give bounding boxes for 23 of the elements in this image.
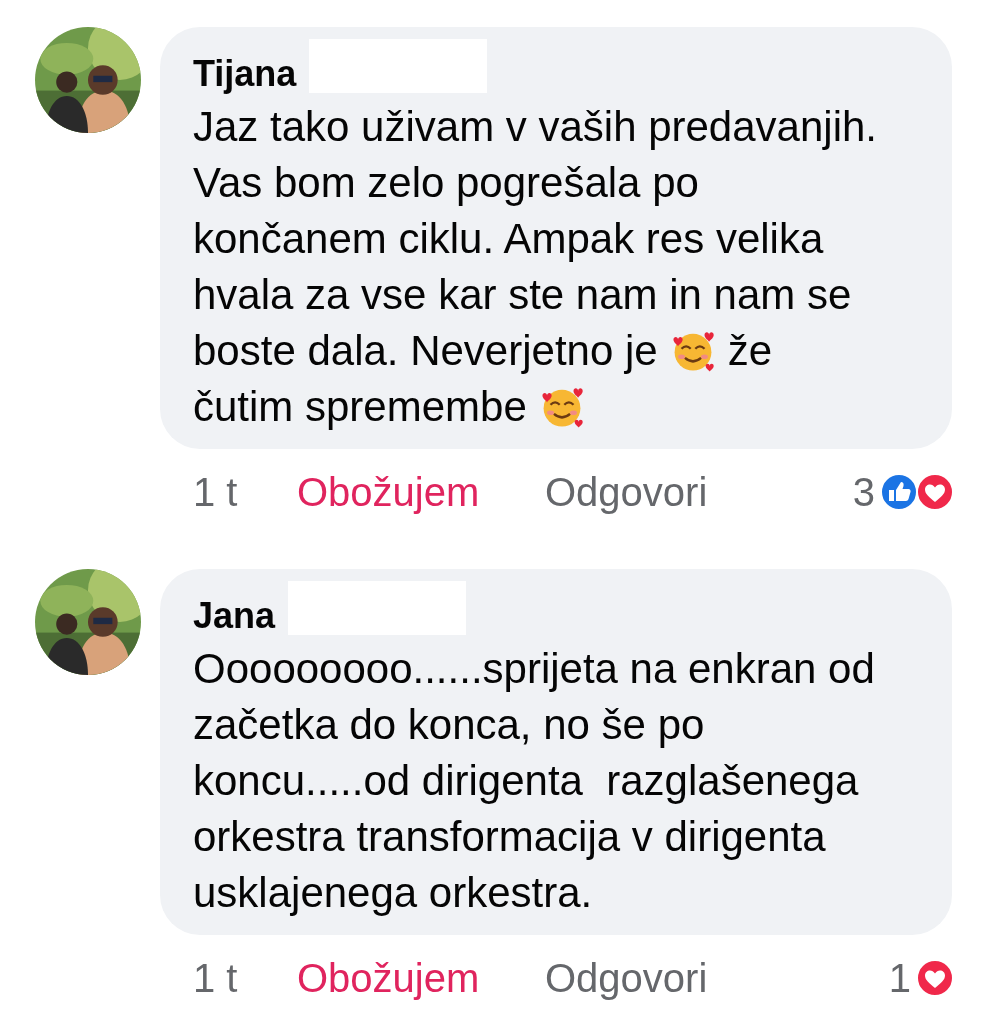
time-ago: 1 t (193, 469, 239, 515)
like-icon (879, 472, 919, 512)
comment-text: hvala za vse kar ste nam in nam se (193, 270, 852, 320)
reply-link[interactable]: Odgovori (545, 955, 708, 1001)
reaction-count[interactable]: 3 (852, 469, 875, 515)
author-name[interactable]: Jana (193, 595, 276, 637)
comment-text: Vas bom zelo pogrešala po (193, 158, 699, 208)
comment-text: boste dala. Neverjetno je (193, 326, 658, 376)
reaction-count[interactable]: 1 (888, 955, 911, 1001)
love-link[interactable]: Obožujem (297, 955, 545, 1001)
reply-link[interactable]: Odgovori (545, 469, 708, 515)
author-name[interactable]: Tijana (193, 53, 297, 95)
comment-text: Ooooooooo......sprijeta na enkran od (193, 644, 875, 694)
comment-text: Jaz tako uživam v vaših predavanjih. (193, 102, 877, 152)
love-link[interactable]: Obožujem (297, 469, 545, 515)
comment-text: končanem ciklu. Ampak res velika (193, 214, 824, 264)
comment-text: čutim spremembe (193, 382, 527, 432)
comment-text: usklajenega orkestra. (193, 868, 593, 918)
comment-text: orkestra transformacija v dirigenta (193, 812, 826, 862)
comment-text: že (727, 326, 772, 376)
comment-text: koncu.....od dirigenta razglašenega (193, 756, 859, 806)
time-ago: 1 t (193, 955, 239, 1001)
comment-text: začetka do konca, no še po (193, 700, 705, 750)
